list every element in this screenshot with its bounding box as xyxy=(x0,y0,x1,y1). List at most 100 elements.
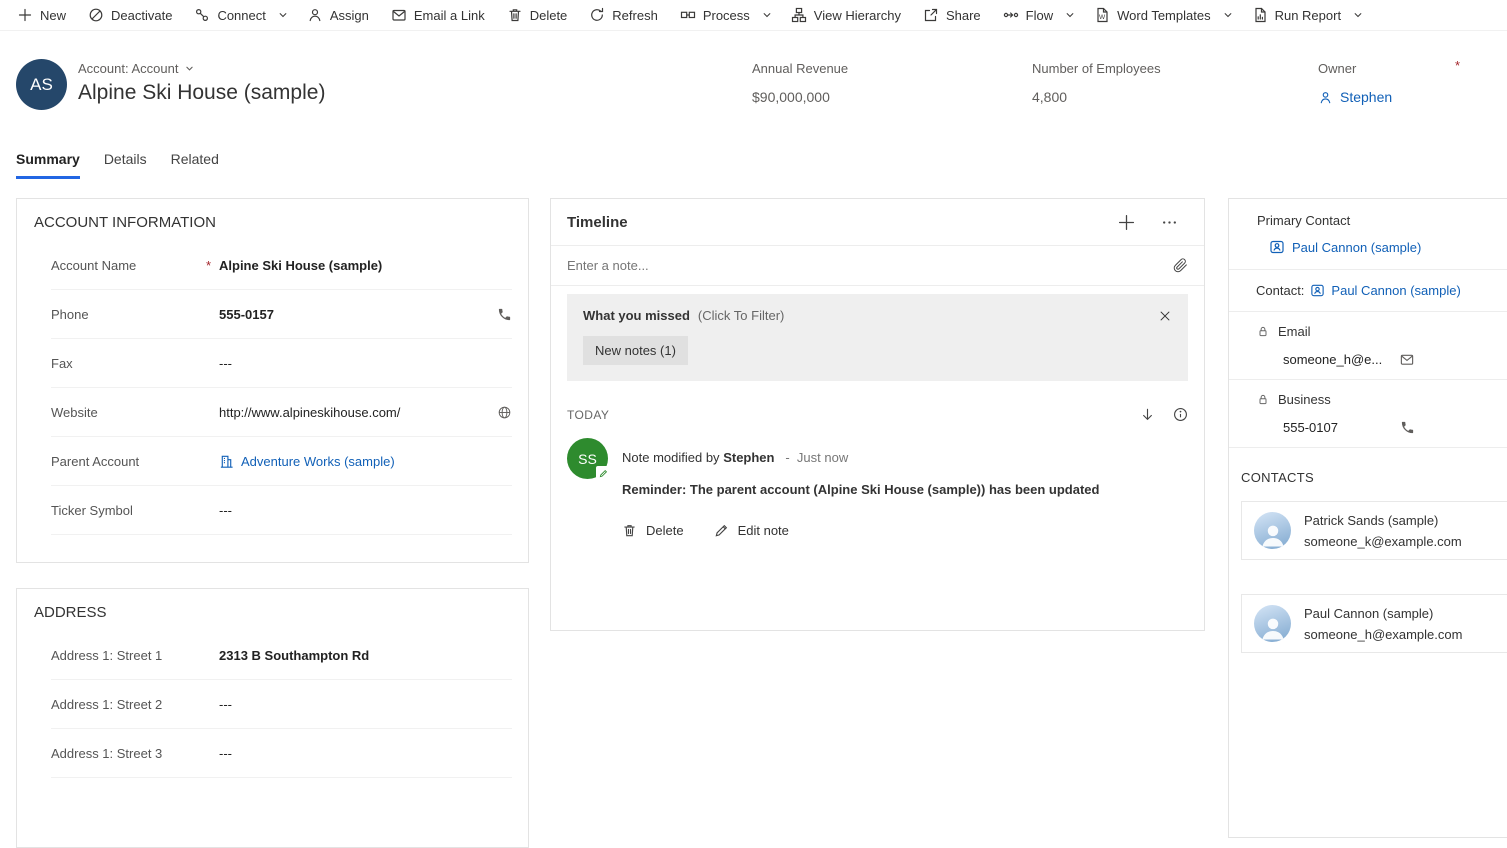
field-label: Parent Account xyxy=(51,454,219,469)
timeline-header: Timeline xyxy=(551,199,1204,246)
contact-list-item[interactable]: Paul Cannon (sample) someone_h@example.c… xyxy=(1241,594,1507,653)
envelope-icon xyxy=(391,7,407,23)
person-icon xyxy=(1318,90,1333,105)
contact-photo-avatar xyxy=(1254,605,1291,642)
today-group-header: TODAY xyxy=(551,381,1204,430)
street1-value[interactable]: 2313 B Southampton Rd xyxy=(219,648,369,663)
ticker-symbol-value[interactable]: --- xyxy=(219,503,232,518)
primary-contact-lookup[interactable]: Paul Cannon (sample) xyxy=(1229,236,1507,269)
command-bar: New Deactivate Connect Assign Email a Li… xyxy=(0,0,1507,31)
note-edit-button[interactable]: Edit note xyxy=(714,523,789,538)
chevron-down-icon[interactable] xyxy=(1215,0,1241,30)
contact-photo-avatar xyxy=(1254,512,1291,549)
phone-value[interactable]: 555-0157 xyxy=(219,307,274,322)
phone-icon[interactable] xyxy=(1400,420,1415,435)
process-button[interactable]: Process xyxy=(669,0,761,30)
owner-required-marker: * xyxy=(1455,58,1460,73)
field-label: Address 1: Street 3 xyxy=(51,746,219,761)
command-label: Run Report xyxy=(1275,8,1341,23)
contact-field-label: Contact: xyxy=(1256,283,1304,298)
contact-email: someone_h@example.com xyxy=(1304,627,1462,642)
new-notes-chip[interactable]: New notes (1) xyxy=(583,336,688,365)
contact-list-item[interactable]: Patrick Sands (sample) someone_k@example… xyxy=(1241,501,1507,560)
account-icon xyxy=(219,454,234,469)
website-value[interactable]: http://www.alpineskihouse.com/ xyxy=(219,405,400,420)
contact-name: Paul Cannon (sample) xyxy=(1304,606,1462,621)
employees-value[interactable]: 4,800 xyxy=(1032,89,1067,105)
refresh-button[interactable]: Refresh xyxy=(578,0,669,30)
record-avatar[interactable]: AS xyxy=(16,59,67,110)
account-name-value[interactable]: Alpine Ski House (sample) xyxy=(219,258,382,273)
field-row-account-name: Account Name* Alpine Ski House (sample) xyxy=(51,241,512,290)
email-field-label: Email xyxy=(1278,324,1311,339)
assign-button[interactable]: Assign xyxy=(296,0,380,30)
street2-value[interactable]: --- xyxy=(219,697,232,712)
fax-value[interactable]: --- xyxy=(219,356,232,371)
phone-icon[interactable] xyxy=(497,307,512,322)
street3-value[interactable]: --- xyxy=(219,746,232,761)
related-column-card: Primary Contact Paul Cannon (sample) Con… xyxy=(1228,198,1507,838)
what-you-missed-panel: What you missed (Click To Filter) New no… xyxy=(567,294,1188,381)
owner-value[interactable]: Stephen xyxy=(1318,89,1392,105)
chevron-down-icon[interactable] xyxy=(270,0,296,30)
entity-label: Account: Account xyxy=(78,61,178,76)
add-activity-button[interactable] xyxy=(1118,214,1135,231)
field-label: Fax xyxy=(51,356,219,371)
section-title: ADDRESS xyxy=(17,589,528,631)
tab-details[interactable]: Details xyxy=(104,151,147,179)
parent-account-lookup[interactable]: Adventure Works (sample) xyxy=(219,454,395,469)
required-marker: * xyxy=(206,258,211,273)
delete-button[interactable]: Delete xyxy=(496,0,579,30)
deactivate-icon xyxy=(88,7,104,23)
word-templates-button[interactable]: W Word Templates xyxy=(1083,0,1221,30)
owner-name-link[interactable]: Stephen xyxy=(1340,89,1392,105)
chevron-down-icon[interactable] xyxy=(754,0,780,30)
more-commands-button[interactable] xyxy=(1161,214,1178,231)
field-label: Account Name* xyxy=(51,258,219,273)
run-report-button[interactable]: Run Report xyxy=(1241,0,1352,30)
contact-card-icon xyxy=(1269,239,1285,255)
note-delete-button[interactable]: Delete xyxy=(622,523,684,538)
svg-text:W: W xyxy=(1099,14,1106,21)
close-icon[interactable] xyxy=(1158,309,1172,323)
chevron-down-icon[interactable] xyxy=(1345,0,1371,30)
command-label: Refresh xyxy=(612,8,658,23)
view-hierarchy-button[interactable]: View Hierarchy xyxy=(780,0,912,30)
timeline-note-item[interactable]: SS Note modified by Stephen - Just now R… xyxy=(551,430,1204,538)
missed-title[interactable]: What you missed xyxy=(583,308,690,323)
email-field-value[interactable]: someone_h@e... xyxy=(1283,352,1382,367)
address-card: ADDRESS Address 1: Street 1 2313 B South… xyxy=(16,588,529,848)
contact-name: Patrick Sands (sample) xyxy=(1304,513,1462,528)
connect-button[interactable]: Connect xyxy=(183,0,276,30)
contact-card-icon xyxy=(1310,283,1325,298)
chevron-down-icon[interactable] xyxy=(1057,0,1083,30)
parent-account-link[interactable]: Adventure Works (sample) xyxy=(241,454,395,469)
note-input[interactable]: Enter a note... xyxy=(551,246,1204,286)
tab-related[interactable]: Related xyxy=(171,151,219,179)
trash-icon xyxy=(622,523,637,538)
timeline-title: Timeline xyxy=(567,214,628,231)
entity-selector[interactable]: Account: Account xyxy=(78,61,195,76)
primary-contact-link[interactable]: Paul Cannon (sample) xyxy=(1292,240,1421,255)
share-button[interactable]: Share xyxy=(912,0,992,30)
quickview-phone-field: Business 555-0107 xyxy=(1229,380,1507,447)
globe-icon[interactable] xyxy=(497,405,512,420)
command-label: Flow xyxy=(1026,8,1053,23)
command-label: Delete xyxy=(530,8,568,23)
sort-down-arrow-icon[interactable] xyxy=(1140,407,1155,422)
tab-summary[interactable]: Summary xyxy=(16,151,80,179)
paperclip-icon[interactable] xyxy=(1173,258,1188,273)
flow-button[interactable]: Flow xyxy=(992,0,1064,30)
field-row-street2: Address 1: Street 2 --- xyxy=(51,680,512,729)
employees-label: Number of Employees xyxy=(1032,61,1161,76)
note-time: Just now xyxy=(797,450,848,465)
info-icon[interactable] xyxy=(1173,407,1188,422)
email-a-link-button[interactable]: Email a Link xyxy=(380,0,496,30)
annual-revenue-value[interactable]: $90,000,000 xyxy=(752,89,830,105)
quickview-contact-link[interactable]: Paul Cannon (sample) xyxy=(1331,283,1460,298)
send-email-icon[interactable] xyxy=(1399,352,1415,367)
phone-field-value[interactable]: 555-0107 xyxy=(1283,420,1338,435)
new-button[interactable]: New xyxy=(6,0,77,30)
field-row-phone: Phone 555-0157 xyxy=(51,290,512,339)
deactivate-button[interactable]: Deactivate xyxy=(77,0,183,30)
